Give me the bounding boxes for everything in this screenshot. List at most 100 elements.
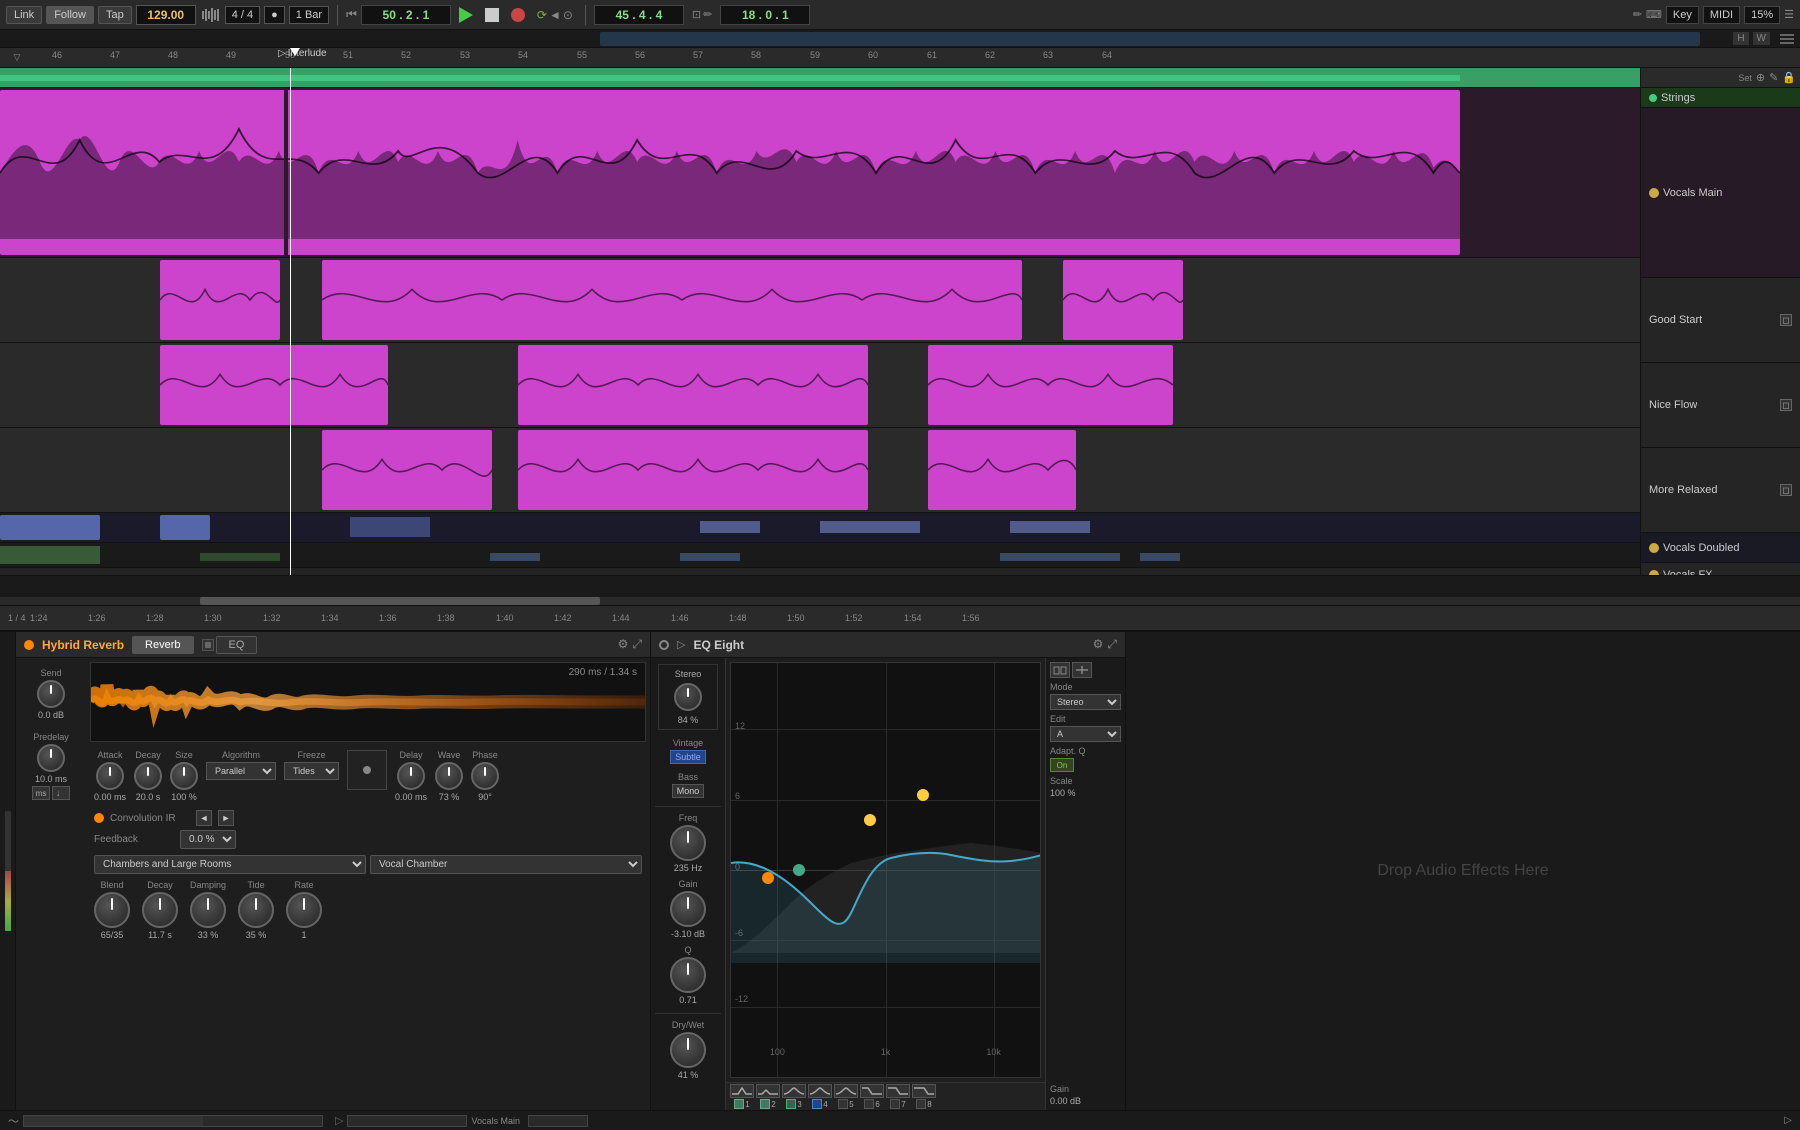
band-1-enable[interactable] bbox=[734, 1099, 744, 1109]
q-knob[interactable] bbox=[670, 957, 706, 993]
vocals-fx-clip-3[interactable] bbox=[490, 553, 540, 561]
track-list-nice-flow[interactable]: Nice Flow ◻ bbox=[1641, 363, 1800, 448]
timeline-ruler[interactable]: ▽ 46 47 48 49 50 51 52 53 54 55 56 57 58… bbox=[0, 48, 1800, 68]
delay-knob[interactable] bbox=[397, 762, 425, 790]
adapt-q-btn[interactable]: On bbox=[1050, 758, 1074, 772]
predelay-ms-btn[interactable]: ms bbox=[32, 786, 50, 800]
set-icon-2[interactable]: ✎ bbox=[1769, 71, 1778, 84]
band-6-enable[interactable] bbox=[864, 1099, 874, 1109]
pencil2-icon[interactable]: ✏ bbox=[1633, 8, 1642, 21]
zoom-display[interactable]: 15% bbox=[1744, 6, 1780, 24]
band-8-enable[interactable] bbox=[916, 1099, 926, 1109]
vd-clip4[interactable] bbox=[1010, 521, 1090, 533]
track-list-vocals-fx[interactable]: Vocals FX bbox=[1641, 563, 1800, 575]
follow-button[interactable]: Follow bbox=[46, 6, 94, 24]
piano-icon[interactable]: ⌨ bbox=[1646, 8, 1662, 21]
more-relaxed-fold[interactable]: ◻ bbox=[1780, 484, 1792, 496]
vocals-fx-clip-1[interactable] bbox=[0, 546, 100, 564]
tempo-display[interactable]: 129.00 bbox=[136, 5, 196, 25]
set-icon-3[interactable]: 🔒 bbox=[1782, 71, 1796, 84]
more-relaxed-clip-1[interactable] bbox=[322, 430, 492, 510]
band-2-type[interactable] bbox=[756, 1084, 780, 1098]
band-3-type[interactable] bbox=[782, 1084, 806, 1098]
eq-icon-2[interactable] bbox=[1072, 662, 1092, 678]
track-list-strings[interactable]: Strings bbox=[1641, 88, 1800, 108]
record-button[interactable] bbox=[507, 4, 529, 26]
vocals-doubled-clip-1[interactable] bbox=[0, 515, 100, 540]
loop-region-icon[interactable]: ⊡ bbox=[692, 8, 701, 21]
mini-scroll-bar[interactable] bbox=[0, 575, 1800, 605]
band-4-type[interactable] bbox=[808, 1084, 832, 1098]
eq-node-4[interactable] bbox=[793, 864, 805, 876]
reverb-settings-icon[interactable]: ⚙ bbox=[618, 637, 629, 652]
more-relaxed-clip-2[interactable] bbox=[518, 430, 868, 510]
nice-flow-clip-2[interactable] bbox=[518, 345, 868, 425]
track-list-vocals-doubled[interactable]: Vocals Doubled bbox=[1641, 533, 1800, 563]
vocals-fx-clip-2[interactable] bbox=[200, 553, 280, 561]
conv-ir-prev[interactable]: ◄ bbox=[196, 810, 212, 826]
nice-flow-fold[interactable]: ◻ bbox=[1780, 399, 1792, 411]
eq-node-6[interactable] bbox=[917, 789, 929, 801]
gain-knob[interactable] bbox=[670, 891, 706, 927]
send-knob[interactable] bbox=[37, 680, 65, 708]
transport-prev-icon[interactable]: ⏮ bbox=[346, 7, 357, 22]
track-list-vocals-main[interactable]: Vocals Main bbox=[1641, 108, 1800, 278]
h-button[interactable]: H bbox=[1733, 32, 1748, 45]
overview-bar[interactable]: H W bbox=[0, 30, 1800, 48]
eq-checkbox[interactable] bbox=[202, 639, 214, 651]
punch-icon[interactable]: ⊙ bbox=[563, 8, 573, 22]
more-relaxed-clip-3[interactable] bbox=[928, 430, 1076, 510]
vd-clip2[interactable] bbox=[700, 521, 760, 533]
size-knob[interactable] bbox=[170, 762, 198, 790]
mode-select[interactable]: Stereo bbox=[1050, 694, 1121, 710]
xy-pad[interactable] bbox=[347, 750, 387, 790]
position-display[interactable]: 50 . 2 . 1 bbox=[361, 5, 451, 25]
vocals-fx-clip-4[interactable] bbox=[680, 553, 740, 561]
nice-flow-clip-1[interactable] bbox=[160, 345, 388, 425]
eq-graph[interactable]: 12 6 0 -6 -12 100 1k 10k bbox=[730, 662, 1041, 1078]
track-list-more-relaxed[interactable]: More Relaxed ◻ bbox=[1641, 448, 1800, 533]
set-icon-1[interactable]: ⊕ bbox=[1756, 71, 1765, 84]
predelay-sync-btn[interactable]: ♩ bbox=[52, 786, 70, 800]
phase-knob[interactable] bbox=[471, 762, 499, 790]
good-start-clip-3[interactable] bbox=[1063, 260, 1183, 340]
band-5-type[interactable] bbox=[834, 1084, 858, 1098]
band-5-enable[interactable] bbox=[838, 1099, 848, 1109]
resize-handle[interactable] bbox=[1780, 30, 1794, 47]
wave-knob[interactable] bbox=[435, 762, 463, 790]
eq-resize-icon[interactable]: ⤢ bbox=[1107, 637, 1117, 652]
link-button[interactable]: Link bbox=[6, 6, 42, 24]
track-list-good-start[interactable]: Good Start ◻ bbox=[1641, 278, 1800, 363]
reverb-tab-reverb[interactable]: Reverb bbox=[132, 636, 193, 654]
band-1-type[interactable] bbox=[730, 1084, 754, 1098]
stop-button[interactable] bbox=[481, 4, 503, 26]
key-display[interactable]: Key bbox=[1666, 6, 1699, 24]
loop-size-display[interactable]: 1 Bar bbox=[289, 6, 329, 24]
vocals-fx-clip-5[interactable] bbox=[1000, 553, 1120, 561]
midi-display[interactable]: MIDI bbox=[1703, 6, 1740, 24]
predelay-knob[interactable] bbox=[37, 744, 65, 772]
algorithm-select[interactable]: Parallel Series bbox=[206, 762, 276, 780]
status-play-icon[interactable]: ▷ bbox=[335, 1114, 343, 1127]
eq-play-btn[interactable]: ▷ bbox=[677, 638, 685, 651]
good-start-clip-1[interactable] bbox=[160, 260, 280, 340]
vocals-doubled-clip-2[interactable] bbox=[160, 515, 210, 540]
feedback-select[interactable]: 0.0 % bbox=[180, 830, 236, 849]
freeze-select[interactable]: Tides bbox=[284, 762, 339, 780]
band-4-enable[interactable] bbox=[812, 1099, 822, 1109]
rate-knob[interactable] bbox=[286, 892, 322, 928]
tap-button[interactable]: Tap bbox=[98, 6, 132, 24]
stereo-knob[interactable] bbox=[674, 683, 702, 711]
band-3-enable[interactable] bbox=[786, 1099, 796, 1109]
decay2-knob[interactable] bbox=[142, 892, 178, 928]
band-7-type[interactable] bbox=[886, 1084, 910, 1098]
fold-all-btn[interactable]: ▽ bbox=[8, 48, 26, 66]
tide-knob[interactable] bbox=[238, 892, 274, 928]
pencil-icon[interactable]: ✏ bbox=[703, 8, 712, 21]
conv-ir-next[interactable]: ► bbox=[218, 810, 234, 826]
dry-wet-knob[interactable] bbox=[670, 1032, 706, 1068]
scroll-thumb[interactable] bbox=[200, 597, 600, 605]
metronome-btn[interactable]: ● bbox=[264, 6, 285, 24]
good-start-fold[interactable]: ◻ bbox=[1780, 314, 1792, 326]
nice-flow-clip-3[interactable] bbox=[928, 345, 1173, 425]
